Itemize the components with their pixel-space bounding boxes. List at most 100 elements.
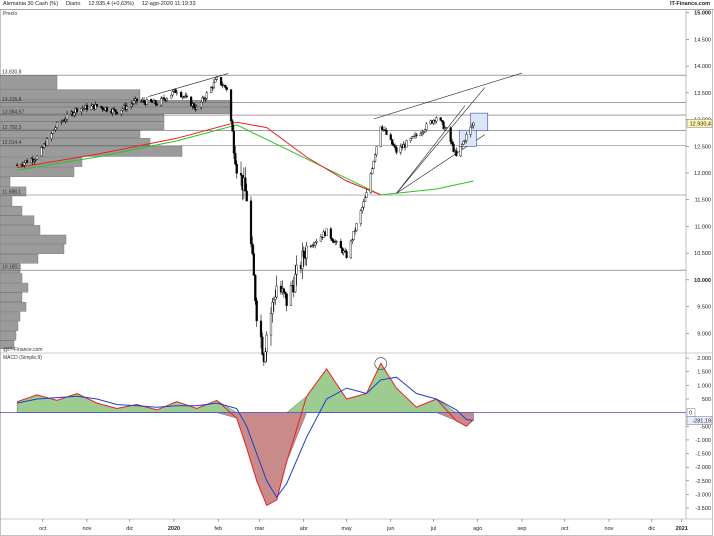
bull-candle — [371, 168, 374, 174]
bull-candle — [51, 130, 54, 134]
bear-candle — [135, 98, 139, 102]
date-tick-label: mar — [255, 526, 265, 532]
bear-candle — [232, 131, 235, 154]
date-tick-label: jul — [430, 526, 437, 532]
bear-candle — [142, 99, 146, 103]
bull-candle — [165, 98, 168, 101]
bull-candle — [269, 313, 273, 336]
bear-candle — [389, 134, 392, 140]
bear-candle — [451, 141, 454, 145]
bear-candle — [449, 127, 452, 142]
bull-candle — [409, 138, 412, 141]
bull-candle — [35, 155, 39, 160]
bear-candle — [284, 291, 287, 294]
chart-frame — [0, 9, 713, 536]
bull-candle — [132, 100, 136, 104]
bull-candle — [23, 162, 26, 166]
volume-profile-bar — [0, 215, 35, 226]
bear-candle — [85, 105, 89, 110]
horizontal-level-label: 11.588,1 — [2, 189, 21, 195]
volume-profile-bar — [0, 121, 165, 130]
bull-candle — [369, 173, 372, 193]
bull-candle — [372, 160, 375, 169]
bull-candle — [362, 201, 365, 208]
chart-area: 13.830,8 13.315,8 13.084,57 12.792,3 12.514,… — [0, 9, 713, 536]
volume-profile-bar — [0, 138, 151, 146]
price-tick-label: 12.000 — [694, 171, 711, 177]
bear-candle — [455, 150, 458, 157]
price-tick-label: 9.500 — [697, 305, 711, 311]
bull-candle — [314, 242, 317, 246]
bear-candle — [331, 238, 334, 242]
bear-candle — [219, 76, 223, 86]
date-tick-label: oct — [561, 526, 569, 532]
macd-tick-label: 2.000 — [697, 356, 711, 362]
volume-profile-bar — [0, 177, 11, 187]
date-tick-label: jun — [386, 526, 394, 532]
volume-profile-bar — [0, 302, 27, 312]
watermark-text: @IT-Finance.com — [3, 347, 43, 353]
bear-candle — [345, 251, 348, 258]
bull-candle — [171, 91, 174, 96]
bear-candle — [285, 293, 288, 306]
date-tick-label: nov — [83, 526, 92, 532]
bear-candle — [259, 320, 263, 338]
bull-candle — [65, 113, 69, 120]
bull-candle — [120, 110, 123, 115]
bear-candle — [439, 117, 442, 121]
bear-candle — [185, 95, 188, 98]
volume-profile-bar — [0, 282, 29, 293]
date-tick-label: ago — [473, 526, 482, 532]
bull-candle — [364, 197, 367, 202]
bull-candle — [405, 140, 408, 148]
bear-candle — [395, 147, 398, 153]
bear-candle — [329, 228, 332, 239]
bull-candle — [274, 296, 277, 300]
macd-legend: MACD (Simple,9) — [3, 355, 42, 361]
bull-candle — [460, 144, 464, 147]
date-tick-label: sep — [518, 526, 527, 532]
macd-tick-label: -2.500 — [695, 479, 711, 485]
price-tick-label: 10.500 — [694, 251, 711, 257]
bear-candle — [16, 164, 19, 166]
volume-profile-bar — [0, 205, 23, 216]
bear-candle — [252, 253, 255, 276]
bull-candle — [73, 112, 76, 116]
horizontal-level-label: 12.792,3 — [2, 125, 22, 131]
bear-candle — [392, 144, 395, 147]
bull-candle — [54, 127, 57, 130]
bear-candle — [282, 288, 285, 293]
bull-candle — [361, 206, 364, 211]
horizontal-level-label: 12.514,4 — [2, 140, 22, 146]
volume-profile-bar — [0, 273, 23, 283]
bull-candle — [40, 147, 43, 157]
price-tick-label: 11.000 — [695, 224, 711, 230]
bull-candle — [265, 334, 268, 353]
bull-candle — [145, 99, 148, 105]
bull-candle — [55, 122, 59, 128]
bear-candle — [115, 111, 119, 115]
price-tick-label: 10.000 — [694, 278, 711, 284]
volume-profile-bar — [0, 130, 141, 138]
bull-candle — [294, 274, 297, 293]
bear-candle — [249, 200, 253, 244]
bull-candle — [195, 106, 198, 110]
bull-candle — [465, 134, 468, 141]
date-tick-label: oct — [39, 526, 47, 532]
bear-candle — [75, 108, 79, 112]
macd-tick-label: -2.000 — [695, 465, 711, 471]
bear-candle — [255, 300, 258, 322]
outer-border — [0, 9, 713, 536]
bull-candle — [423, 129, 427, 133]
date-tick-label: abr — [300, 526, 308, 532]
horizontal-level-label: 13.830,8 — [2, 70, 22, 76]
bull-candle — [271, 302, 274, 314]
bull-candle — [50, 133, 53, 139]
bear-candle — [393, 145, 397, 148]
bull-candle — [90, 105, 93, 110]
bull-candle — [305, 245, 308, 259]
bear-candle — [105, 107, 109, 112]
macd-value-label: -281,19 — [692, 419, 711, 425]
bear-candle — [225, 87, 228, 90]
bull-candle — [275, 285, 278, 298]
